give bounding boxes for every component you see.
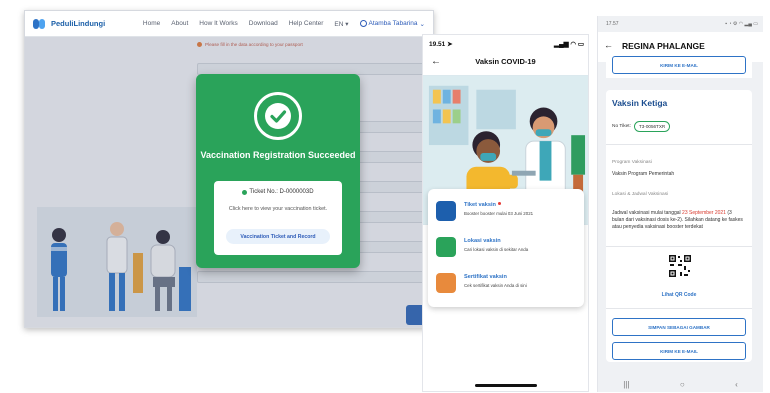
qr-code-icon[interactable] (668, 254, 692, 278)
menu-item-subtitle: Booster booster mulai 03 Juni 2021 (464, 211, 534, 216)
android-nav-bar: ||| ○ ‹ (598, 376, 763, 392)
save-as-image-button[interactable]: SIMPAN SEBAGAI GAMBAR (612, 318, 746, 336)
nav-home[interactable]: Home (143, 20, 160, 27)
screen-title: Vaksin COVID-19 (475, 57, 536, 66)
brand-logo[interactable]: PeduliLindungi (33, 18, 105, 30)
status-bar: 17.57 ▪ ◔ ⚙ ◠ ▂▄ ▭ (606, 21, 758, 27)
person-name: REGINA PHALANGE (622, 41, 705, 51)
ticket-number-text: Ticket No.: D-0000003D (249, 189, 314, 195)
home-icon[interactable]: ○ (680, 380, 685, 389)
top-navbar: PeduliLindungi Home About How It Works D… (25, 11, 433, 37)
nav-download[interactable]: Download (249, 20, 278, 27)
back-arrow-icon[interactable]: ← (604, 40, 613, 50)
previous-card-footer: KIRIM KE E-MAIL (606, 52, 752, 78)
language-select[interactable]: EN ▾ (334, 20, 348, 28)
ticket-label: No Tiket: (612, 124, 631, 129)
clock: 19.51 (429, 41, 446, 48)
divider (606, 308, 752, 309)
success-check-icon (254, 92, 302, 140)
menu-item-title: Tiket vaksin (464, 202, 496, 208)
send-email-button[interactable]: KIRIM KE E-MAIL (612, 342, 746, 360)
divider (606, 144, 752, 145)
menu-item-certificate[interactable]: Sertifikat vaksin Cek sertifikat vaksin … (436, 271, 576, 299)
back-arrow-icon[interactable]: ← (431, 56, 441, 67)
program-label: Program Vaksinasi (612, 160, 652, 165)
menu-item-title: Lokasi vaksin (464, 238, 501, 244)
menu-item-title: Sertifikat vaksin (464, 274, 507, 280)
ticket-icon (436, 201, 456, 221)
nav-about[interactable]: About (171, 20, 188, 27)
location-arrow-icon: ➤ (447, 41, 453, 48)
status-bar: 19.51 ➤ ▂▄▆ ◠ ▭ (429, 40, 584, 48)
signal-wifi-battery-icon: ▂▄▆ ◠ ▭ (553, 41, 584, 48)
modal-title: Vaccination Registration Succeeded (200, 150, 356, 160)
certificate-icon (436, 273, 456, 293)
brand-name: PeduliLindungi (51, 19, 106, 28)
menu-item-ticket[interactable]: Tiket vaksin Booster booster mulai 03 Ju… (436, 199, 576, 227)
location-icon (436, 237, 456, 257)
view-qr-link[interactable]: Lihat QR Code (606, 292, 752, 298)
send-email-button-top[interactable]: KIRIM KE E-MAIL (612, 56, 746, 74)
ticket-row: No Tiket: T3-0056TXR (612, 121, 671, 132)
ticket-number-badge: T3-0056TXR (633, 121, 671, 132)
user-icon (359, 20, 367, 27)
pedulilindungi-logo-icon (33, 18, 47, 30)
ticket-number: Ticket No.: D-0000003D (214, 189, 342, 195)
success-modal: Vaccination Registration Succeeded Ticke… (196, 74, 360, 268)
clock: 17.57 (606, 21, 619, 27)
status-dot-icon (242, 189, 248, 195)
menu-item-location[interactable]: Lokasi vaksin Cari lokasi vaksin di seki… (436, 235, 576, 263)
schedule-date: 23 September 2021 (682, 210, 726, 216)
chevron-down-icon: ⌄ (419, 20, 425, 28)
menu-item-subtitle: Cari lokasi vaksin di sekitar Anda (464, 247, 529, 252)
nav-help-center[interactable]: Help Center (289, 20, 324, 27)
nav-how-it-works[interactable]: How It Works (199, 20, 238, 27)
location-label: Lokasi & Jadwal Vaksinasi (612, 192, 669, 197)
ticket-description: Click here to view your vaccination tick… (228, 206, 328, 212)
home-indicator[interactable] (475, 384, 537, 387)
program-value: Vaksin Program Pemerintah (612, 171, 675, 177)
status-icons: ▪ ◔ ⚙ ◠ ▂▄ ▭ (725, 21, 758, 27)
notification-dot (497, 202, 501, 205)
vaccine-dose-title: Vaksin Ketiga (612, 98, 668, 108)
nav-links: Home About How It Works Download Help Ce… (143, 20, 425, 28)
divider (606, 246, 752, 247)
recent-apps-icon[interactable]: ||| (623, 380, 629, 389)
back-icon[interactable]: ‹ (735, 380, 738, 389)
user-menu[interactable]: Atamba Tabarina ⌄ (359, 20, 425, 28)
vaccine-ticket-card: Vaksin Ketiga No Tiket: T3-0056TXR Progr… (606, 90, 752, 362)
view-ticket-button[interactable]: Vaccination Ticket and Record (226, 229, 330, 244)
app-header: ← Vaksin COVID-19 (423, 56, 588, 73)
vaccine-menu-card: Tiket vaksin Booster booster mulai 03 Ju… (428, 189, 584, 307)
ticket-card: Ticket No.: D-0000003D Click here to vie… (214, 181, 342, 255)
menu-item-subtitle: Cek sertifikat vaksin Anda di sini (464, 283, 527, 288)
user-name: Atamba Tabarina (368, 20, 418, 27)
phone-vaccine-ticket: 17.57 ▪ ◔ ⚙ ◠ ▂▄ ▭ ← REGINA PHALANGE KIR… (597, 16, 763, 392)
phone-vaccine-menu: 19.51 ➤ ▂▄▆ ◠ ▭ ← Vaksin COVID-19 Tiket … (422, 34, 589, 392)
schedule-text: Jadwal vaksinasi mulai tanggal 23 Septem… (612, 210, 743, 230)
